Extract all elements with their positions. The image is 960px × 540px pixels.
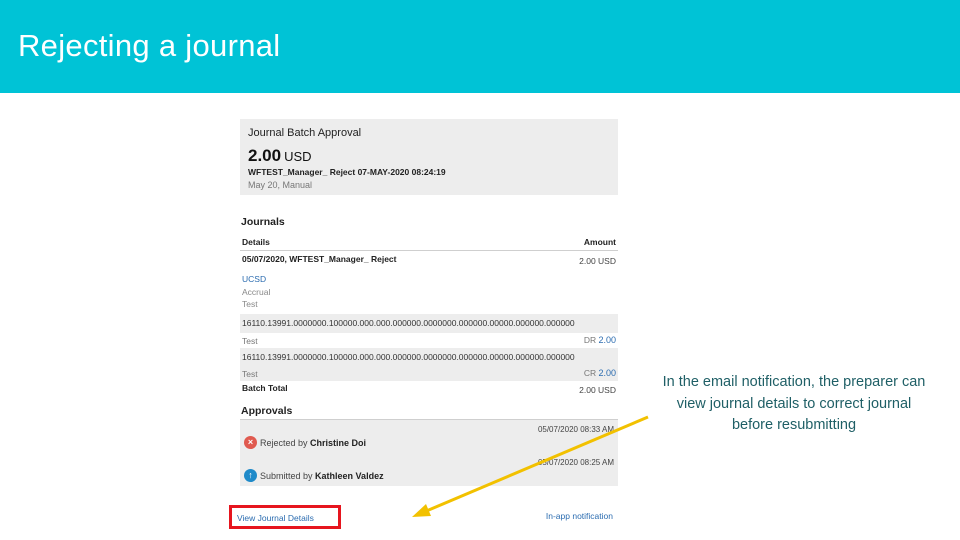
arrow-shaft [423,415,649,514]
callout-text: In the email notification, the preparer … [662,374,926,433]
pointer-arrow [412,415,649,517]
arrow-head [412,504,431,517]
